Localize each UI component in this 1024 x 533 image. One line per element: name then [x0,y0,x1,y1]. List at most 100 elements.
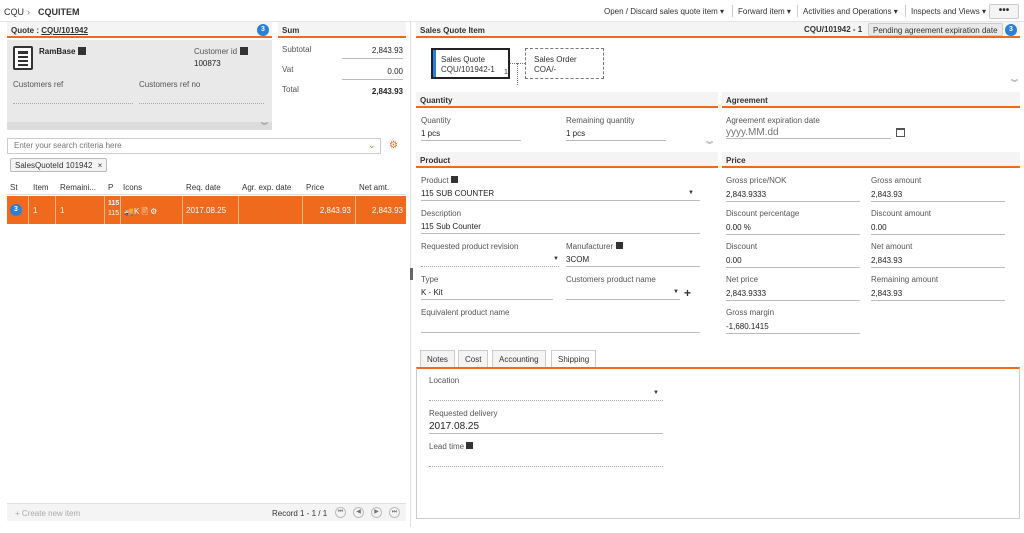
location-dropdown-icon[interactable]: ▼ [653,390,659,396]
product-link-icon[interactable] [451,176,458,183]
equivalent-product-underline [421,332,700,333]
column-header-st[interactable]: St [10,183,18,192]
gross-margin-value: -1,680.1415 [726,322,769,331]
net-price-label: Net price [726,275,759,284]
column-header-agr-exp-date[interactable]: Agr. exp. date [242,183,291,192]
more-button[interactable]: ••• [989,4,1019,19]
customers-ref-label: Customers ref [13,80,64,89]
requested-revision-label: Requested product revision [421,242,519,251]
discount-percentage-value[interactable]: 0.00 % [726,223,751,232]
search-input[interactable] [8,139,348,152]
equivalent-product-label: Equivalent product name [421,308,510,317]
cell-divider [28,196,29,224]
first-page-icon[interactable]: ⏮ [335,507,346,518]
description-value[interactable]: 115 Sub Counter [421,222,481,231]
remaining-quantity-value: 1 pcs [566,129,586,138]
product-dropdown-icon[interactable]: ▼ [688,190,694,196]
remaining-amount-label: Remaining amount [871,275,939,284]
quantity-value[interactable]: 1 pcs [421,129,440,138]
column-header-price[interactable]: Price [306,183,324,192]
customers-ref-no-field[interactable] [139,103,264,104]
customers-product-dropdown-icon[interactable]: ▼ [673,289,679,295]
previous-page-icon[interactable]: ◀ [353,507,364,518]
inspects-menu[interactable]: Inspects and Views ▾ [911,7,986,16]
quote-number-link[interactable]: CQU/101942 [41,26,88,35]
customers-ref-field[interactable] [13,103,133,104]
gross-margin-label: Gross margin [726,308,775,317]
gross-price-value[interactable]: 2,843.9333 [726,190,766,199]
splitter-handle[interactable] [410,268,413,280]
menu-divider [797,5,798,17]
lead-time-link-icon[interactable] [466,442,473,449]
pending-status-badge[interactable]: Pending agreement expiration date [868,23,1003,36]
breadcrumb-current: CQUITEM [38,7,80,17]
total-value: 2,843.93 [371,87,403,96]
total-label: Total [282,85,299,94]
filter-chip-close-icon[interactable]: × [98,161,103,170]
flow-expand-chevron-icon[interactable]: ︾ [1011,78,1018,88]
revision-field[interactable] [421,266,559,267]
tab-shipping[interactable]: Shipping [551,350,597,368]
quantity-label: Quantity [421,116,451,125]
net-price-value[interactable]: 2,843.9333 [726,289,766,298]
discount-value[interactable]: 0.00 [726,256,742,265]
customer-id-link-icon[interactable] [240,47,248,55]
next-page-icon[interactable]: ▶ [371,507,382,518]
sales-quote-flow-box[interactable]: Sales Quote CQU/101942-1 1 [431,48,510,79]
location-field[interactable] [429,400,663,401]
column-header-icons[interactable]: Icons [123,183,142,192]
product-value[interactable]: 115 SUB COUNTER [421,189,494,198]
breadcrumb-root[interactable]: CQU [4,7,24,17]
revision-dropdown-icon[interactable]: ▼ [553,256,559,262]
column-header-p[interactable]: P [108,183,113,192]
activities-menu[interactable]: Activities and Operations ▾ [803,7,898,16]
sales-order-flow-box[interactable]: Sales Order COA/- [525,48,604,79]
column-header-net-amt[interactable]: Net amt. [359,183,389,192]
column-header-remaining[interactable]: Remaini... [60,183,96,192]
active-indicator [433,50,436,77]
expand-chevron-icon[interactable]: ︾ [261,121,268,131]
remaining-quantity-underline [566,140,666,141]
requested-delivery-label: Requested delivery [429,409,498,418]
add-plus-icon[interactable]: + [684,286,691,300]
gross-price-label: Gross price/NOK [726,176,787,185]
quantity-expand-chevron-icon[interactable]: ︾ [706,140,713,150]
status-count-badge: 3 [1005,24,1017,36]
manufacturer-link-icon[interactable] [616,242,623,249]
calendar-icon[interactable] [896,128,905,137]
open-discard-menu[interactable]: Open / Discard sales quote item ▾ [604,7,724,16]
cell-p-line2: 115 [108,210,120,217]
gross-margin-underline [726,333,860,334]
subtotal-underline [342,58,403,59]
net-price-underline [726,300,860,301]
customers-ref-no-label: Customers ref no [139,80,201,89]
tab-notes[interactable]: Notes [420,350,455,367]
column-header-req-date[interactable]: Req. date [186,183,221,192]
customer-link-icon[interactable] [78,47,86,55]
requested-delivery-value[interactable]: 2017.08.25 [429,421,479,432]
forward-item-menu[interactable]: Forward item ▾ [738,7,791,16]
create-new-item-button[interactable]: + Create new item [15,509,80,518]
lead-time-field[interactable] [429,466,663,467]
discount-amount-label: Discount amount [871,209,932,218]
item-id: CQU/101942 - 1 [804,25,863,34]
tab-accounting[interactable]: Accounting [492,350,546,367]
top-bar: CQU › CQUITEM Open / Discard sales quote… [0,0,1024,22]
settings-gear-icon[interactable]: ⚙ [389,140,398,151]
tab-cost[interactable]: Cost [458,350,489,367]
card-scroll-strip [7,122,272,130]
row-icons[interactable]: 🚚K 🖹 ⚙ [124,206,157,220]
last-page-icon[interactable]: ⏭ [389,507,400,518]
cell-item: 1 [33,206,38,215]
product-underline [421,200,700,201]
filter-chip[interactable]: SalesQuoteId 101942 × [10,158,108,172]
search-dropdown-chevron-icon[interactable]: ⌄ [368,140,376,151]
agreement-expiration-input[interactable] [726,126,891,139]
cell-divider [355,196,356,224]
customer-building-icon [13,46,33,70]
table-row[interactable]: 3 1 1 115 115 🚚K 🖹 ⚙ 2017.08.25 2,843.93… [7,196,406,224]
gross-amount-value: 2,843.93 [871,190,903,199]
breadcrumb-separator: › [27,7,30,17]
search-box[interactable]: ⌄ [7,138,381,154]
column-header-item[interactable]: Item [33,183,49,192]
